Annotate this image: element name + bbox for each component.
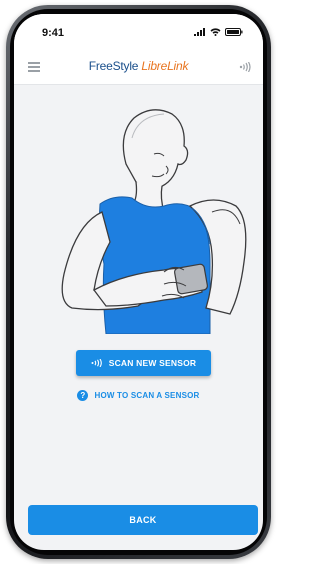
signal-icon [194, 28, 205, 36]
nfc-waves-icon [91, 359, 102, 367]
scan-new-sensor-button[interactable]: SCAN NEW SENSOR [76, 350, 211, 376]
battery-icon [225, 28, 243, 36]
status-bar: 9:41 [14, 14, 263, 50]
logo-freestyle: FreeStyle [88, 59, 142, 73]
scan-sensor-illustration [61, 109, 247, 334]
how-to-scan-link[interactable]: ? HOW TO SCAN A SENSOR [14, 390, 263, 401]
back-button[interactable]: BACK [28, 505, 258, 535]
wifi-icon [210, 28, 221, 36]
status-time: 9:41 [42, 27, 65, 39]
back-button-label: BACK [129, 515, 157, 525]
how-to-scan-label: HOW TO SCAN A SENSOR [94, 391, 200, 400]
question-circle-icon: ? [77, 390, 89, 401]
app-bar: FreeStyle LibreLink [14, 50, 263, 85]
app-screen: 9:41 FreeStyle LibreLink SCAN NEW SENSOR… [14, 14, 263, 550]
status-icons [194, 28, 243, 36]
logo-librelink: LibreLink [141, 59, 189, 73]
app-logo: FreeStyle LibreLink [14, 59, 263, 73]
scan-button-label: SCAN NEW SENSOR [108, 358, 197, 368]
nfc-sensor-icon[interactable] [239, 62, 251, 72]
